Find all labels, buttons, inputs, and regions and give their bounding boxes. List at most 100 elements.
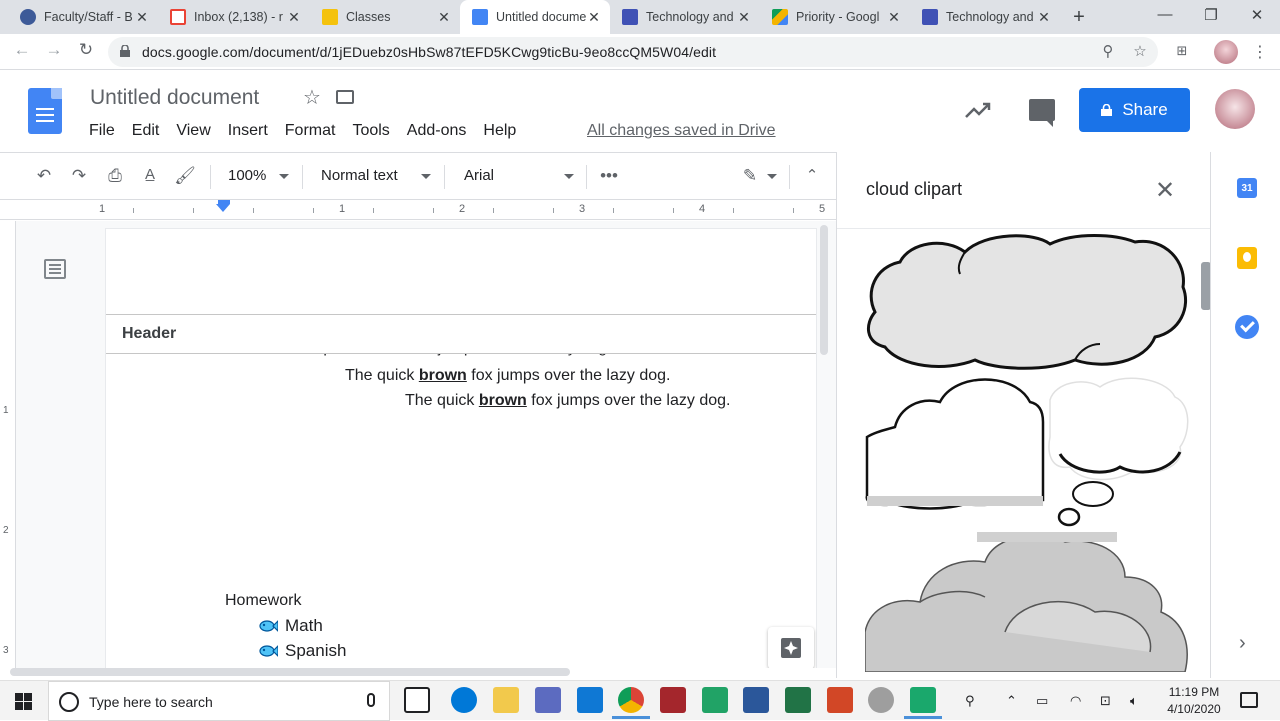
tab-priority[interactable]: Priority - Googl ✕: [760, 0, 910, 34]
back-button[interactable]: ←: [10, 40, 34, 60]
powerpoint-icon[interactable]: [827, 687, 853, 713]
star-icon[interactable]: ☆: [303, 85, 321, 110]
camtasia-recorder-icon[interactable]: [904, 687, 942, 719]
close-icon[interactable]: ✕: [1155, 176, 1175, 205]
restore-button[interactable]: ❐: [1188, 6, 1234, 24]
menu-format[interactable]: Format: [285, 122, 336, 140]
profile-avatar[interactable]: [1214, 40, 1238, 64]
menu-add-ons[interactable]: Add-ons: [407, 122, 467, 140]
bookmark-star-icon[interactable]: ☆: [1130, 42, 1150, 60]
edge-icon[interactable]: [451, 687, 477, 713]
list-item[interactable]: Spanish: [258, 641, 346, 661]
editing-mode-pencil-icon[interactable]: ✎: [738, 166, 762, 186]
system-clock[interactable]: 11:19 PM 4/10/2020: [1154, 684, 1234, 718]
tab-untitled-document[interactable]: Untitled docume ✕: [460, 0, 610, 34]
document-title[interactable]: Untitled document: [90, 86, 259, 110]
tab-faculty-staff[interactable]: Faculty/Staff - B ✕: [8, 0, 158, 34]
new-tab-button[interactable]: +: [1068, 6, 1090, 29]
extensions-icon[interactable]: ⊞: [1170, 43, 1194, 59]
menu-tools[interactable]: Tools: [352, 122, 389, 140]
store-icon[interactable]: [535, 687, 561, 713]
url-text[interactable]: docs.google.com/document/d/1jEDuebz0sHbS…: [142, 44, 716, 60]
network-icon[interactable]: ◠: [1070, 693, 1081, 709]
menu-file[interactable]: File: [89, 122, 115, 140]
thought-bubble-image-result[interactable]: [1048, 377, 1189, 527]
excel-icon[interactable]: [785, 687, 811, 713]
tab-technology-1[interactable]: Technology and ✕: [610, 0, 760, 34]
account-avatar[interactable]: [1215, 89, 1255, 129]
app-icon[interactable]: [868, 687, 894, 713]
omnibox[interactable]: docs.google.com/document/d/1jEDuebz0sHbS…: [108, 37, 1158, 67]
task-view-icon[interactable]: [404, 687, 430, 713]
mail-icon[interactable]: [577, 687, 603, 713]
hide-menus-chevron-up-icon[interactable]: ⌃: [800, 166, 824, 184]
access-icon[interactable]: [660, 687, 686, 713]
people-icon[interactable]: ⚲: [965, 693, 975, 709]
text-line[interactable]: The quick brown fox jumps over the lazy …: [345, 367, 670, 385]
battery-icon[interactable]: ▭: [1036, 693, 1048, 709]
cloud-image-result[interactable]: [866, 234, 1188, 370]
chrome-icon[interactable]: [612, 687, 650, 719]
calendar-icon[interactable]: 31: [1237, 178, 1257, 198]
windows-start-icon[interactable]: [15, 693, 32, 710]
activity-trend-icon[interactable]: [964, 100, 992, 120]
close-tab-icon[interactable]: ✕: [1036, 9, 1052, 25]
close-window-button[interactable]: ✕: [1234, 6, 1280, 24]
cloud-image-result[interactable]: [865, 532, 1188, 672]
word-icon[interactable]: [743, 687, 769, 713]
tab-classes[interactable]: Classes ✕: [310, 0, 460, 34]
menu-view[interactable]: View: [176, 122, 210, 140]
tasks-icon[interactable]: [1235, 315, 1259, 339]
document-page[interactable]: [106, 229, 816, 668]
minimize-button[interactable]: —: [1142, 6, 1188, 23]
move-to-folder-icon[interactable]: [336, 90, 354, 104]
reload-button[interactable]: ↻: [74, 40, 98, 60]
volume-icon[interactable]: 🔈︎: [1130, 693, 1138, 709]
close-tab-icon[interactable]: ✕: [886, 9, 902, 25]
file-explorer-icon[interactable]: [493, 687, 519, 713]
comment-history-icon[interactable]: [1029, 99, 1055, 127]
save-status[interactable]: All changes saved in Drive: [587, 122, 776, 140]
more-options-icon[interactable]: •••: [597, 166, 621, 186]
close-tab-icon[interactable]: ✕: [286, 9, 302, 25]
list-item[interactable]: Math: [258, 616, 323, 636]
share-button[interactable]: Share: [1079, 88, 1190, 132]
cloud-image-result[interactable]: [865, 378, 1045, 510]
paragraph-style-select[interactable]: Normal text: [321, 167, 398, 184]
zoom-icon[interactable]: ⚲: [1098, 42, 1118, 60]
action-center-icon[interactable]: [1240, 692, 1258, 708]
header-section[interactable]: Header: [106, 314, 816, 354]
close-tab-icon[interactable]: ✕: [586, 9, 602, 25]
chevron-down-icon[interactable]: [767, 174, 777, 179]
close-tab-icon[interactable]: ✕: [436, 9, 452, 25]
font-select[interactable]: Arial: [464, 167, 494, 184]
microphone-icon[interactable]: [367, 693, 375, 707]
chevron-right-icon[interactable]: ›: [1239, 632, 1246, 655]
close-tab-icon[interactable]: ✕: [134, 9, 150, 25]
record-icon[interactable]: ⊡: [1100, 693, 1111, 709]
menu-edit[interactable]: Edit: [132, 122, 160, 140]
spellcheck-icon[interactable]: A̲: [138, 166, 162, 183]
docs-logo-icon[interactable]: [28, 88, 62, 134]
keep-icon[interactable]: [1237, 247, 1257, 269]
menu-insert[interactable]: Insert: [228, 122, 268, 140]
explore-button[interactable]: [768, 627, 814, 668]
print-icon[interactable]: ⎙: [103, 166, 127, 186]
left-indent-marker[interactable]: [216, 204, 230, 212]
undo-icon[interactable]: ↶: [32, 166, 56, 186]
horizontal-scrollbar[interactable]: [10, 668, 570, 676]
document-scrollbar[interactable]: [820, 225, 828, 355]
tab-technology-2[interactable]: Technology and ✕: [910, 0, 1060, 34]
redo-icon[interactable]: ↷: [67, 166, 91, 186]
close-tab-icon[interactable]: ✕: [736, 9, 752, 25]
explore-search-query[interactable]: cloud clipart: [866, 179, 962, 200]
panel-scrollbar[interactable]: [1201, 262, 1210, 310]
taskbar-search[interactable]: Type here to search: [48, 681, 390, 721]
paint-format-icon[interactable]: 🖌︎: [173, 166, 197, 186]
document-outline-icon[interactable]: [44, 259, 66, 279]
text-line[interactable]: The quick brown fox jumps over the lazy …: [405, 392, 730, 410]
homework-heading[interactable]: Homework: [225, 592, 301, 610]
zoom-select[interactable]: 100%: [228, 167, 266, 184]
camtasia-icon[interactable]: [702, 687, 728, 713]
forward-button[interactable]: →: [42, 40, 66, 60]
